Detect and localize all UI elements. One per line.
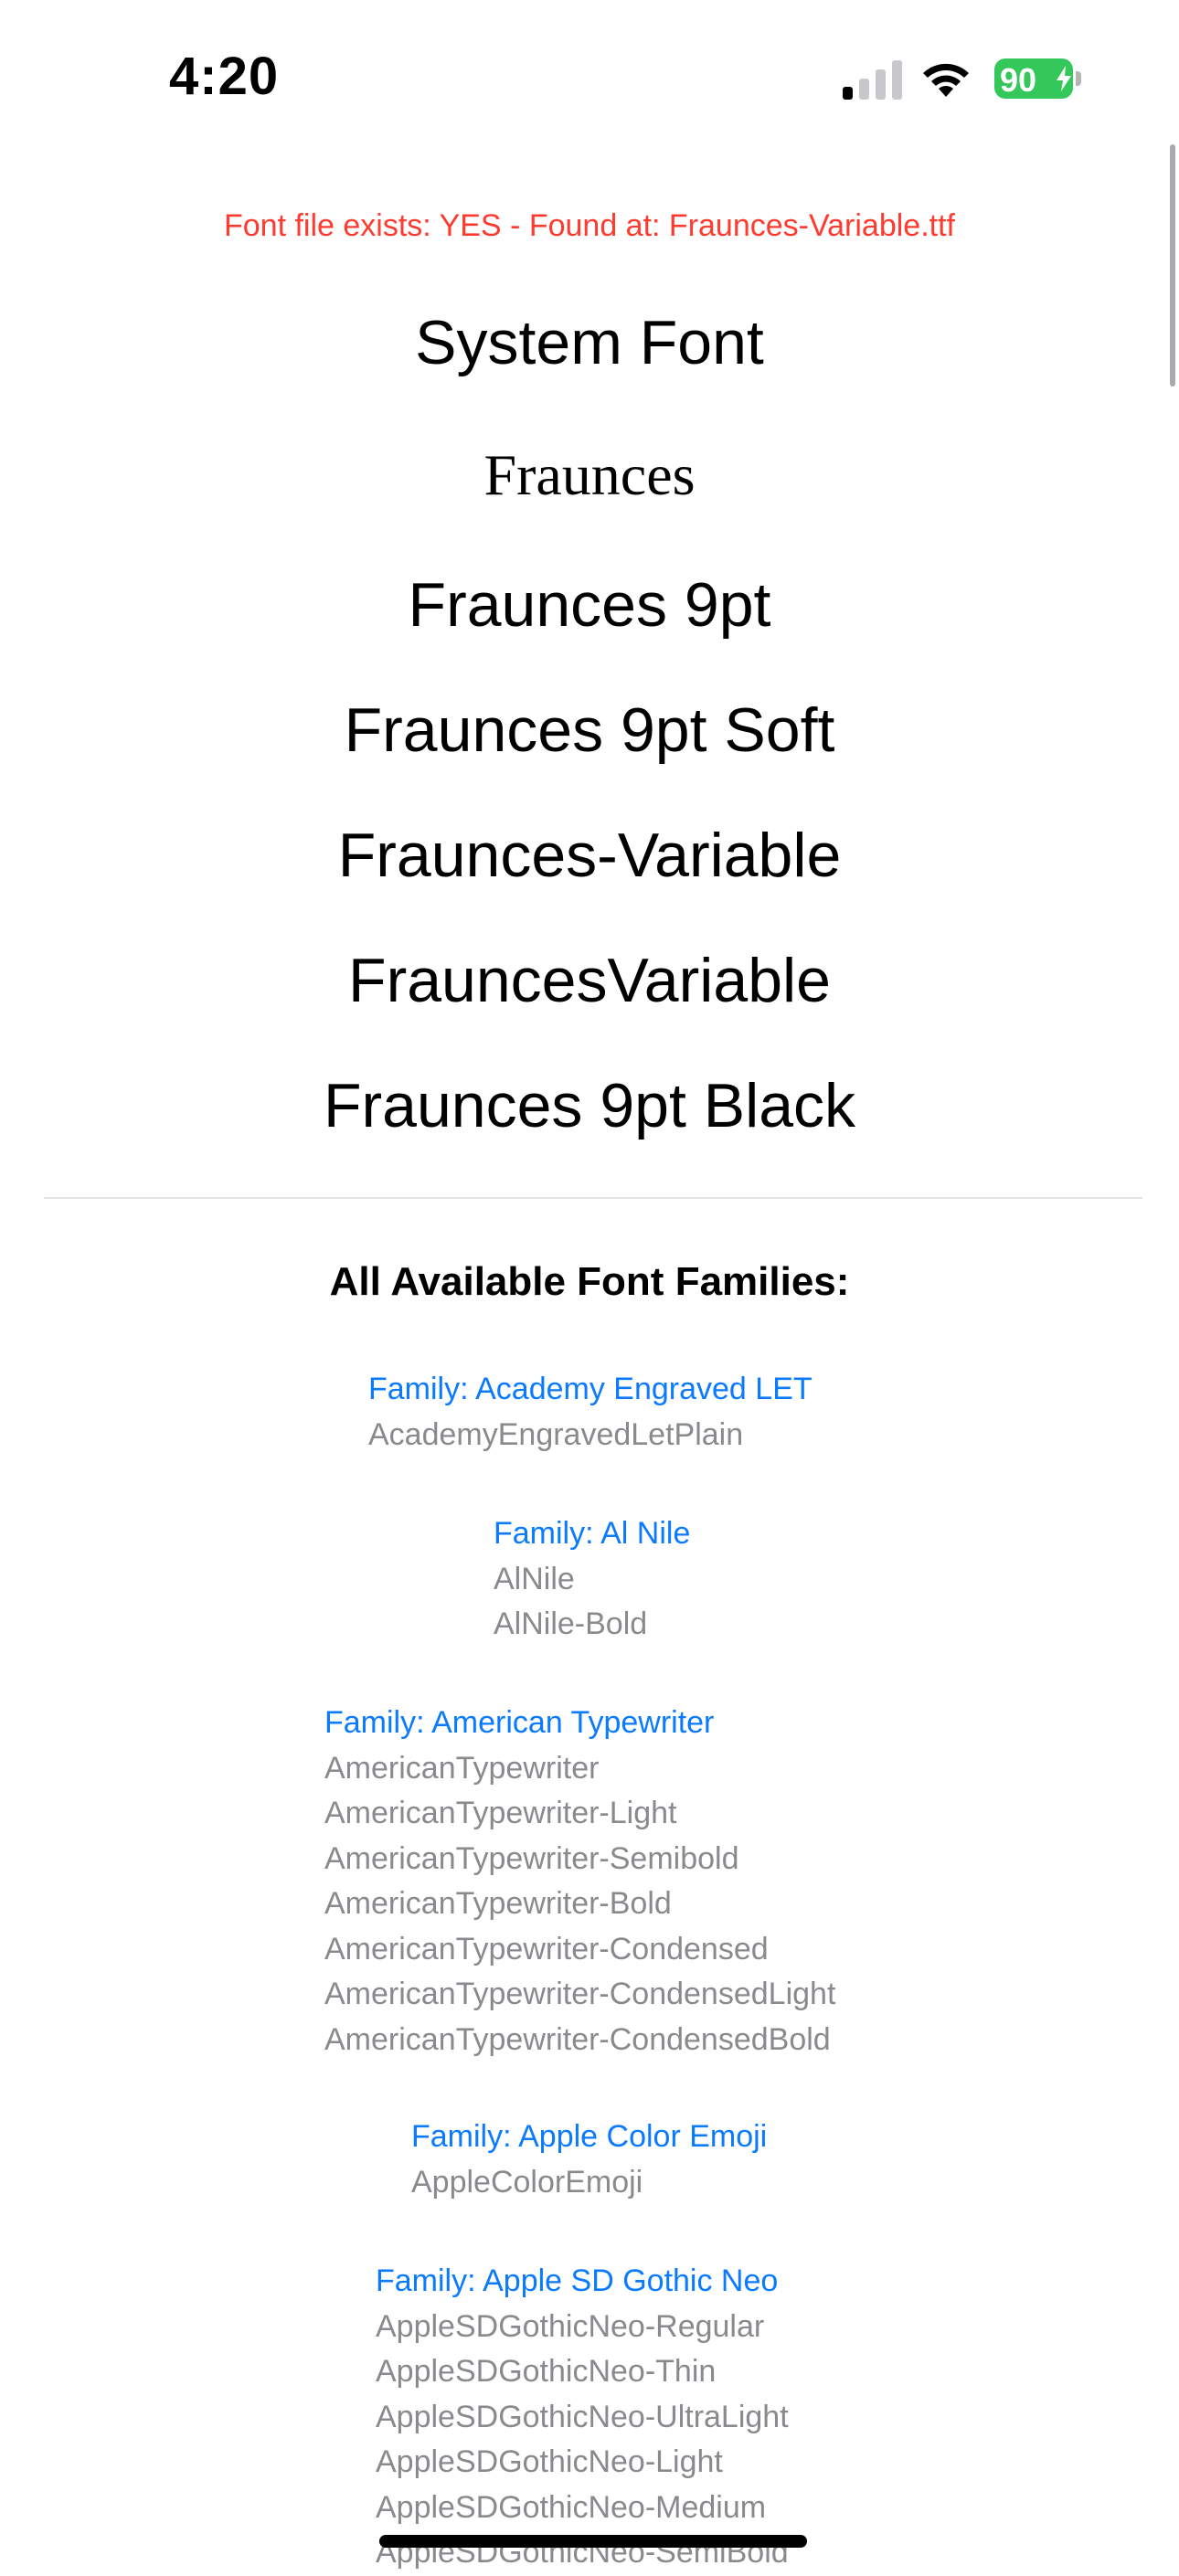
status-bar: 4:20 90 [0,0,1179,155]
status-time: 4:20 [169,47,280,106]
font-name: AmericanTypewriter-Light [324,1796,677,1830]
font-name: AmericanTypewriter [324,1750,600,1786]
font-name: AppleSDGothicNeo-Regular [376,2308,765,2344]
battery-icon: 90 [994,58,1082,99]
cellular-signal-icon [843,60,902,100]
font-name: AmericanTypewriter-CondensedLight [324,1977,836,2011]
font-name: AmericanTypewriter-Bold [324,1886,672,1921]
font-name: AcademyEngravedLetPlain [368,1416,744,1452]
font-sample-fraunces-9pt-black: Fraunces 9pt Black [323,1071,856,1140]
home-indicator[interactable] [379,2535,807,2548]
font-sample-fraunces: Fraunces [483,442,696,507]
font-name: AlNile-Bold [494,1606,648,1641]
family-group: Family: American Typewriter AmericanType… [324,1701,835,2062]
font-sample-fraunces-9pt: Fraunces 9pt [408,570,771,640]
font-name: AmericanTypewriter-Condensed [324,1931,769,1966]
font-name: AppleSDGothicNeo-UltraLight [376,2399,789,2434]
wifi-icon [923,63,969,97]
font-name: AppleSDGothicNeo-Medium [376,2489,767,2525]
font-sample-fraunces-variable: FrauncesVariable [348,946,831,1015]
font-name: AmericanTypewriter-CondensedBold [324,2021,831,2057]
family-group: Family: Apple SD Gothic Neo AppleSDGothi… [376,2259,789,2576]
battery-percent: 90 [1000,61,1037,99]
font-name: AlNile [494,1561,575,1596]
family-title: Family: American Typewriter [324,1705,715,1740]
font-sample-fraunces-variable-hyphen: Fraunces-Variable [337,821,842,890]
family-title: Family: Academy Engraved LET [368,1372,813,1406]
font-sample-system: System Font [415,308,764,377]
font-sample-fraunces-9pt-soft: Fraunces 9pt Soft [344,695,835,765]
family-title: Family: Apple Color Emoji [411,2119,768,2154]
family-title: Family: Al Nile [494,1516,691,1551]
family-group: Family: Al Nile AlNile AlNile-Bold [494,1511,690,1648]
family-title: Family: Apple SD Gothic Neo [376,2263,779,2298]
section-divider [44,1197,1142,1199]
font-name: AmericanTypewriter-Semibold [324,1840,739,1876]
font-name: AppleSDGothicNeo-Light [376,2444,723,2479]
battery-cap [1076,71,1081,86]
family-group: Family: Academy Engraved LET AcademyEngr… [368,1367,813,1458]
font-name: AppleColorEmoji [411,2164,643,2200]
family-group: Family: Apple Color Emoji AppleColorEmoj… [411,2115,767,2205]
charging-bolt-icon [1057,66,1071,91]
families-heading: All Available Font Families: [329,1259,850,1304]
font-name: AppleSDGothicNeo-Thin [376,2354,717,2389]
font-file-status-message: Font file exists: YES - Found at: Fraunc… [224,208,955,243]
